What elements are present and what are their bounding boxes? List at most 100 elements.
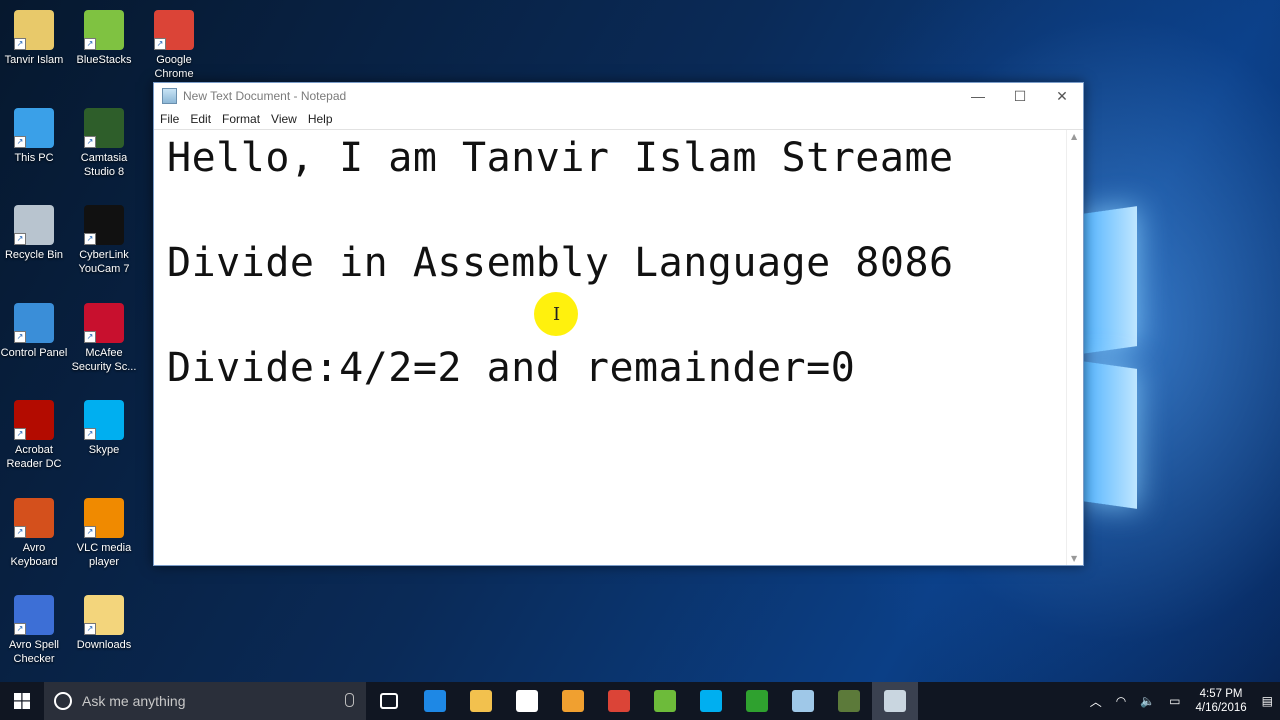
shortcut-arrow-icon: ↗ — [14, 330, 26, 343]
title-bar[interactable]: New Text Document - Notepad — ☐ ✕ — [154, 83, 1083, 109]
control-panel-icon: ↗ — [14, 302, 54, 343]
menu-format[interactable]: Format — [217, 112, 265, 126]
camtasia-studio-icon — [838, 690, 860, 712]
shortcut-arrow-icon: ↗ — [14, 233, 26, 245]
shortcut-arrow-icon: ↗ — [14, 623, 26, 635]
desktop-icon[interactable]: ↗ Recycle Bin — [0, 205, 69, 262]
bluestacks-icon: ↗ — [84, 10, 124, 50]
desktop-icon[interactable]: ↗ CyberLink YouCam 7 — [69, 205, 139, 276]
cortana-search-box[interactable]: Ask me anything — [44, 682, 366, 720]
taskbar-app-button[interactable] — [642, 682, 688, 720]
desktop-icon[interactable]: ↗ Downloads — [69, 595, 139, 652]
text-editor[interactable]: Hello, I am Tanvir Islam Streame Divide … — [154, 130, 1067, 565]
skype-icon — [700, 690, 722, 712]
menu-file[interactable]: File — [155, 112, 184, 126]
camtasia-recorder-icon — [746, 690, 768, 712]
clock[interactable]: 4:57 PM 4/16/2016 — [1195, 687, 1246, 715]
taskbar-app-button[interactable] — [412, 682, 458, 720]
taskbar-app-button[interactable] — [734, 682, 780, 720]
notepad-window[interactable]: New Text Document - Notepad — ☐ ✕ File E… — [153, 82, 1084, 566]
scroll-down-icon[interactable]: ▼ — [1071, 554, 1077, 563]
taskbar-app-button[interactable] — [504, 682, 550, 720]
desktop-icon[interactable]: ↗ VLC media player — [69, 497, 139, 569]
taskbar-app-button[interactable] — [550, 682, 596, 720]
recycle-bin-icon: ↗ — [14, 205, 54, 245]
desktop-icon[interactable]: ↗ This PC — [0, 107, 69, 165]
pinned-apps — [366, 682, 918, 720]
desktop-icon-label: McAfee Security Sc... — [71, 346, 137, 373]
microphone-icon[interactable] — [345, 693, 354, 707]
network-icon[interactable]: ◠ — [1116, 694, 1126, 708]
desktop-icon[interactable]: ↗ Skype — [69, 400, 139, 457]
desktop-icon-label: Camtasia Studio 8 — [80, 151, 128, 178]
clock-time: 4:57 PM — [1199, 688, 1243, 700]
notepad-icon — [792, 690, 814, 712]
volume-icon[interactable]: 🔈 — [1140, 694, 1155, 708]
text-line: Divide:4/2=2 and remainder=0 — [167, 345, 856, 391]
desktop-icon-label: Recycle Bin — [4, 249, 64, 261]
windows-start-icon — [14, 693, 30, 709]
start-button[interactable] — [0, 682, 44, 720]
chrome-icon: ↗ — [154, 10, 194, 50]
chrome-icon — [608, 690, 630, 712]
scroll-up-icon[interactable]: ▲ — [1071, 132, 1077, 141]
taskbar-app-button[interactable] — [780, 682, 826, 720]
task-view-icon — [380, 693, 398, 709]
text-line: Divide in Assembly Language 8086 — [167, 240, 954, 286]
windows-logo-wallpaper — [1082, 200, 1142, 520]
desktop-icon-label: BlueStacks — [76, 54, 132, 66]
desktop-icon[interactable]: ↗ Control Panel — [0, 302, 69, 360]
shortcut-arrow-icon: ↗ — [14, 38, 26, 50]
search-placeholder: Ask me anything — [82, 693, 186, 709]
shortcut-arrow-icon: ↗ — [84, 525, 96, 538]
vertical-scrollbar[interactable]: ▲ ▼ — [1066, 130, 1083, 565]
action-center-icon[interactable]: ▤ — [1262, 694, 1273, 708]
minimize-button[interactable]: — — [957, 83, 999, 109]
desktop-icon-label: Avro Keyboard — [10, 541, 58, 568]
desktop-icon[interactable]: ↗ Google Chrome — [139, 10, 209, 81]
taskbar-app-button[interactable] — [688, 682, 734, 720]
media-player-icon — [562, 690, 584, 712]
shortcut-arrow-icon: ↗ — [14, 428, 26, 440]
desktop-icon[interactable]: ↗ McAfee Security Sc... — [69, 302, 139, 374]
desktop-icon-label: Google Chrome — [154, 54, 194, 80]
menu-edit[interactable]: Edit — [185, 112, 216, 126]
menu-view[interactable]: View — [266, 112, 302, 126]
taskbar-app-button[interactable] — [366, 682, 412, 720]
desktop-icon-label: This PC — [14, 151, 54, 164]
utorrent-icon — [654, 690, 676, 712]
spell-check-icon: ↗ — [14, 595, 54, 635]
taskbar-app-button[interactable] — [872, 682, 918, 720]
shortcut-arrow-icon: ↗ — [84, 428, 96, 440]
taskbar-app-button[interactable] — [458, 682, 504, 720]
desktop-icon-label: Downloads — [76, 639, 132, 651]
desktop-icon[interactable]: ↗ Tanvir Islam — [0, 10, 69, 67]
taskbar-app-button[interactable] — [826, 682, 872, 720]
maximize-button[interactable]: ☐ — [999, 83, 1041, 109]
desktop-icon[interactable]: ↗ Avro Spell Checker — [0, 595, 69, 666]
notepad-active-icon — [884, 690, 906, 712]
shortcut-arrow-icon: ↗ — [84, 233, 96, 245]
menu-help[interactable]: Help — [303, 112, 338, 126]
close-button[interactable]: ✕ — [1041, 83, 1083, 109]
shortcut-arrow-icon: ↗ — [154, 38, 166, 50]
shortcut-arrow-icon: ↗ — [14, 525, 26, 538]
folder-icon: ↗ — [84, 595, 124, 635]
desktop-icon-label: VLC media player — [76, 541, 132, 568]
keyboard-icon[interactable]: ▭ — [1169, 694, 1180, 708]
text-cursor-icon: I — [553, 304, 561, 325]
desktop-icon-label: Control Panel — [0, 346, 68, 359]
show-hidden-icons-icon[interactable]: ︿ — [1090, 693, 1102, 710]
edge-icon — [424, 690, 446, 712]
desktop-icon[interactable]: ↗ BlueStacks — [69, 10, 139, 67]
desktop-icon[interactable]: ↗ Acrobat Reader DC — [0, 400, 69, 471]
skype-icon: ↗ — [84, 400, 124, 440]
clock-date: 4/16/2016 — [1195, 702, 1247, 714]
youcam-icon: ↗ — [84, 205, 124, 245]
computer-icon: ↗ — [14, 107, 54, 148]
desktop-icon-label: Skype — [88, 444, 120, 456]
vlc-icon: ↗ — [84, 497, 124, 538]
desktop-icon[interactable]: ↗ Avro Keyboard — [0, 497, 69, 569]
taskbar-app-button[interactable] — [596, 682, 642, 720]
desktop-icon[interactable]: ↗ Camtasia Studio 8 — [69, 107, 139, 179]
